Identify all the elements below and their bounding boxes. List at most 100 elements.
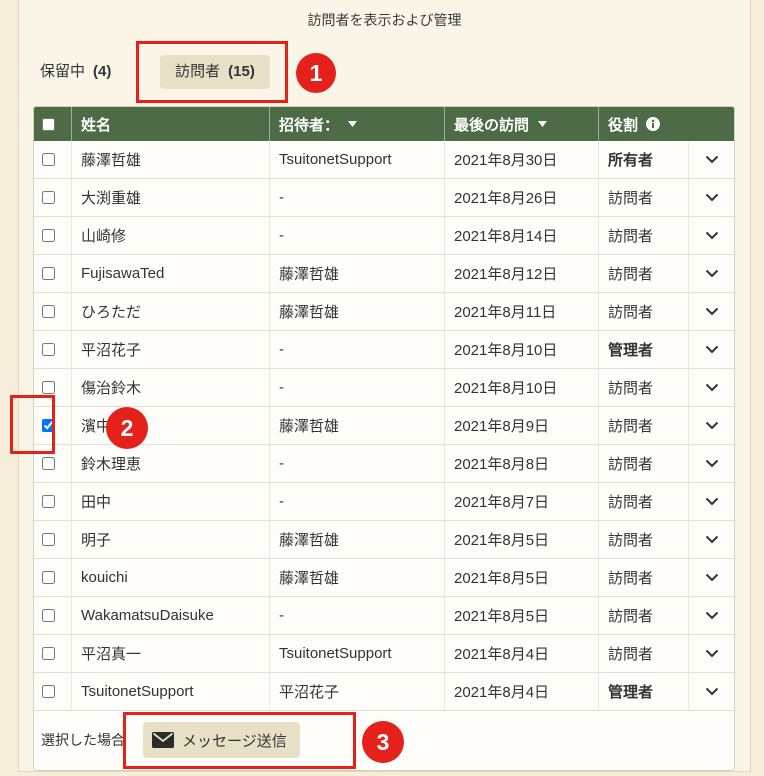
visitor-name: FujisawaTed [71, 255, 269, 292]
send-message-label: メッセージ送信 [182, 732, 287, 750]
row-expand-cell[interactable] [688, 407, 734, 444]
visitor-role: 訪問者 [598, 483, 688, 520]
row-select-checkbox[interactable] [42, 381, 55, 394]
visitor-role: 訪問者 [598, 217, 688, 254]
chevron-down-icon[interactable] [705, 569, 719, 586]
table-row[interactable]: TsuitonetSupport 平沼花子 2021年8月4日 管理者 [34, 673, 734, 711]
chevron-down-icon[interactable] [705, 265, 719, 282]
row-select-checkbox[interactable] [42, 153, 55, 166]
visitor-name: TsuitonetSupport [71, 673, 269, 710]
row-expand-cell[interactable] [688, 559, 734, 596]
column-header-name[interactable]: 姓名 [71, 107, 269, 141]
row-select-checkbox[interactable] [42, 343, 55, 356]
chevron-down-icon[interactable] [705, 607, 719, 624]
row-select-checkbox[interactable] [42, 305, 55, 318]
chevron-down-icon[interactable] [705, 417, 719, 434]
chevron-down-icon[interactable] [705, 683, 719, 700]
row-expand-cell[interactable] [688, 369, 734, 406]
column-header-inviter-label: 招待者： [279, 116, 340, 134]
row-select-checkbox[interactable] [42, 191, 55, 204]
table-row[interactable]: 田中 - 2021年8月7日 訪問者 [34, 483, 734, 521]
table-row[interactable]: 平沼花子 - 2021年8月10日 管理者 [34, 331, 734, 369]
sort-caret-icon[interactable] [348, 121, 358, 127]
row-select-cell [34, 445, 71, 482]
visitor-inviter: - [269, 217, 444, 254]
row-select-checkbox[interactable] [42, 419, 55, 432]
table-body: 藤澤哲雄 TsuitonetSupport 2021年8月30日 所有者 大渕重… [34, 141, 734, 711]
chevron-down-icon[interactable] [705, 645, 719, 662]
table-row[interactable]: FujisawaTed 藤澤哲雄 2021年8月12日 訪問者 [34, 255, 734, 293]
row-select-cell [34, 407, 71, 444]
tab-visitors[interactable]: 訪問者 (15) [160, 55, 270, 89]
row-expand-cell[interactable] [688, 331, 734, 368]
chevron-down-icon[interactable] [705, 303, 719, 320]
visitor-last-visit: 2021年8月8日 [444, 445, 598, 482]
row-expand-cell[interactable] [688, 483, 734, 520]
table-row[interactable]: 平沼真一 TsuitonetSupport 2021年8月4日 訪問者 [34, 635, 734, 673]
table-row[interactable]: kouichi 藤澤哲雄 2021年8月5日 訪問者 [34, 559, 734, 597]
row-select-cell [34, 635, 71, 672]
row-select-checkbox[interactable] [42, 571, 55, 584]
row-expand-cell[interactable] [688, 293, 734, 330]
chevron-down-icon[interactable] [705, 227, 719, 244]
column-header-inviter[interactable]: 招待者： [269, 107, 444, 141]
chevron-down-icon[interactable] [705, 455, 719, 472]
chevron-down-icon[interactable] [705, 379, 719, 396]
table-row[interactable]: 藤澤哲雄 TsuitonetSupport 2021年8月30日 所有者 [34, 141, 734, 179]
chevron-down-icon[interactable] [705, 151, 719, 168]
row-select-cell [34, 673, 71, 710]
tab-pending-count: (4) [93, 63, 112, 80]
chevron-down-icon[interactable] [705, 531, 719, 548]
column-header-last-visit[interactable]: 最後の訪問 [444, 107, 598, 141]
info-icon[interactable] [646, 117, 661, 131]
row-select-cell [34, 559, 71, 596]
visitor-name: kouichi [71, 559, 269, 596]
row-select-checkbox[interactable] [42, 229, 55, 242]
chevron-down-icon[interactable] [705, 341, 719, 358]
send-message-button[interactable]: メッセージ送信 [143, 722, 300, 758]
table-header: 姓名 招待者： 最後の訪問 役割 [34, 107, 734, 141]
table-row[interactable]: 傷治鈴木 - 2021年8月10日 訪問者 [34, 369, 734, 407]
row-expand-cell[interactable] [688, 673, 734, 710]
visitor-last-visit: 2021年8月12日 [444, 255, 598, 292]
row-select-checkbox[interactable] [42, 267, 55, 280]
visitor-inviter: 藤澤哲雄 [269, 255, 444, 292]
row-expand-cell[interactable] [688, 445, 734, 482]
table-row[interactable]: 大渕重雄 - 2021年8月26日 訪問者 [34, 179, 734, 217]
table-row[interactable]: WakamatsuDaisuke - 2021年8月5日 訪問者 [34, 597, 734, 635]
table-row[interactable]: 山崎修 - 2021年8月14日 訪問者 [34, 217, 734, 255]
row-select-checkbox[interactable] [42, 609, 55, 622]
row-expand-cell[interactable] [688, 521, 734, 558]
row-expand-cell[interactable] [688, 255, 734, 292]
visitor-name: 鈴木理恵 [71, 445, 269, 482]
row-select-cell [34, 141, 71, 178]
chevron-down-icon[interactable] [705, 493, 719, 510]
sort-caret-icon[interactable] [538, 121, 548, 127]
visitor-role: 訪問者 [598, 521, 688, 558]
row-select-checkbox[interactable] [42, 685, 55, 698]
row-expand-cell[interactable] [688, 635, 734, 672]
column-header-role-label: 役割 [608, 116, 639, 134]
table-row[interactable]: 濱中 藤澤哲雄 2021年8月9日 訪問者 [34, 407, 734, 445]
visitor-inviter: 藤澤哲雄 [269, 407, 444, 444]
table-row[interactable]: 鈴木理恵 - 2021年8月8日 訪問者 [34, 445, 734, 483]
row-select-checkbox[interactable] [42, 533, 55, 546]
row-expand-cell[interactable] [688, 597, 734, 634]
visitor-name: ひろただ [71, 293, 269, 330]
row-expand-cell[interactable] [688, 179, 734, 216]
table-row[interactable]: 明子 藤澤哲雄 2021年8月5日 訪問者 [34, 521, 734, 559]
row-expand-cell[interactable] [688, 141, 734, 178]
row-expand-cell[interactable] [688, 217, 734, 254]
chevron-down-icon[interactable] [705, 189, 719, 206]
row-select-checkbox[interactable] [42, 495, 55, 508]
visitor-name: 濱中 [71, 407, 269, 444]
row-select-checkbox[interactable] [42, 647, 55, 660]
envelope-icon [152, 732, 174, 748]
row-select-checkbox[interactable] [42, 457, 55, 470]
row-select-cell [34, 255, 71, 292]
visitor-role: 所有者 [598, 141, 688, 178]
tab-pending[interactable]: 保留中 (4) [32, 55, 122, 89]
select-all-checkbox[interactable] [42, 117, 55, 131]
table-row[interactable]: ひろただ 藤澤哲雄 2021年8月11日 訪問者 [34, 293, 734, 331]
selection-label: 選択した場合 [41, 732, 125, 748]
